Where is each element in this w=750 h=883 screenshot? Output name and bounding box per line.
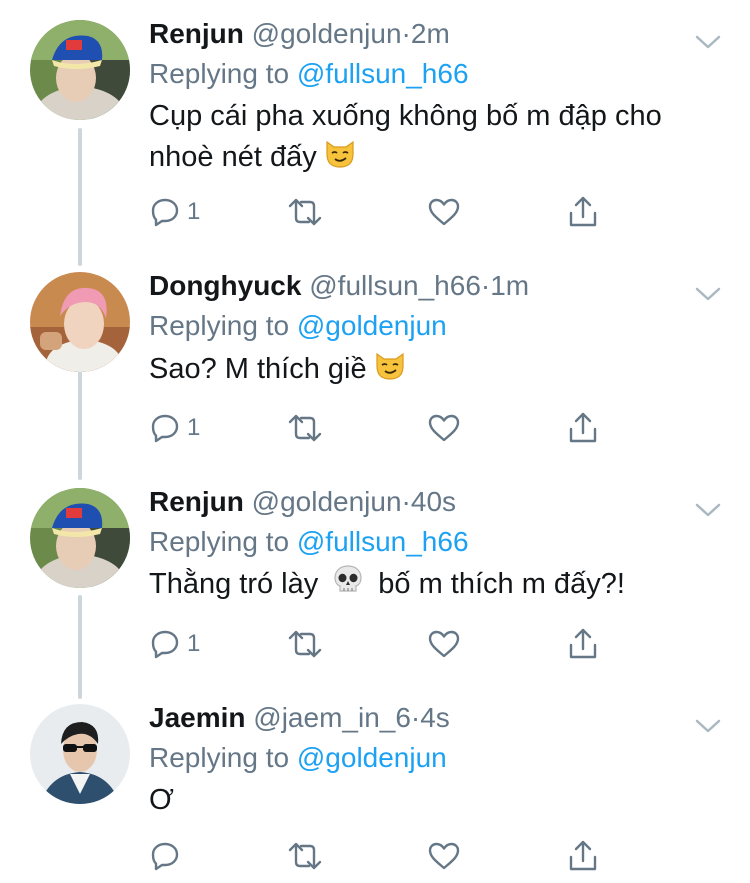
retweet-icon [288, 842, 322, 870]
user-handle[interactable]: @jaem_in_6 [253, 702, 411, 733]
share-icon [569, 628, 597, 659]
user-handle[interactable]: @fullsun_h66 [309, 270, 481, 301]
replying-to-label: Replying to [149, 742, 290, 773]
like-button[interactable] [427, 626, 461, 662]
replying-to: Replying to @goldenjun [149, 308, 447, 344]
share-button[interactable] [567, 410, 599, 446]
reply-button[interactable]: 1 [149, 626, 200, 662]
reply-icon [151, 630, 179, 659]
share-button[interactable] [567, 194, 599, 230]
avatar[interactable] [30, 272, 130, 372]
avatar[interactable] [30, 20, 130, 120]
replying-to: Replying to @goldenjun [149, 740, 447, 776]
retweet-button[interactable] [287, 194, 323, 230]
separator-dot: · [410, 702, 421, 733]
chevron-down-icon[interactable] [695, 718, 721, 734]
separator-dot: · [401, 486, 411, 517]
reply-icon [151, 198, 179, 227]
tweet-text-part: Thằng tró lày [149, 568, 319, 601]
timestamp[interactable]: 4s [420, 702, 450, 733]
share-icon [569, 840, 597, 871]
timestamp[interactable]: 2m [411, 18, 450, 49]
reply-icon [151, 414, 179, 443]
tweet-actions: 1 [149, 626, 709, 666]
chevron-down-icon[interactable] [695, 34, 721, 50]
replying-to: Replying to @fullsun_h66 [149, 524, 469, 560]
like-button[interactable] [427, 410, 461, 446]
mention-link[interactable]: @goldenjun [297, 310, 447, 341]
chevron-down-icon[interactable] [695, 286, 721, 302]
heart-icon [428, 630, 460, 658]
share-button[interactable] [567, 838, 599, 874]
user-handle[interactable]: @goldenjun [252, 486, 402, 517]
smirk-cat-emoji-icon [323, 136, 357, 181]
like-button[interactable] [427, 838, 461, 874]
tweet-header: Jaemin @jaem_in_6·4s [149, 700, 450, 736]
reply-count: 1 [187, 630, 201, 657]
user-handle[interactable]: @goldenjun [252, 18, 402, 49]
avatar[interactable] [30, 704, 130, 804]
tweet-text-line: Sao? M thích giề [149, 353, 367, 386]
reply-icon [151, 842, 179, 871]
tweet-actions: 1 [149, 410, 709, 450]
mention-link[interactable]: @fullsun_h66 [297, 526, 469, 557]
tweet-header: Renjun @goldenjun·2m [149, 16, 450, 52]
chevron-down-icon[interactable] [695, 502, 721, 518]
thread-line [78, 368, 82, 480]
tweet-text: Ơ [149, 780, 709, 820]
heart-icon [428, 842, 460, 870]
replying-to-label: Replying to [149, 310, 290, 341]
reply-button[interactable] [149, 838, 187, 874]
mention-link[interactable]: @goldenjun [297, 742, 447, 773]
thread-line [78, 595, 82, 699]
tweet-text: Thằng tró lày bố m thích m đấy?! [149, 564, 709, 607]
tweet-text: Cụp cái pha xuống không bố m đập cho nho… [149, 96, 709, 181]
separator-dot: · [480, 270, 491, 301]
share-icon [569, 412, 597, 443]
retweet-icon [288, 414, 322, 442]
avatar[interactable] [30, 488, 130, 588]
tweet-text-line: Cụp cái pha xuống không bố m đập cho [149, 100, 662, 132]
reply-button[interactable]: 1 [149, 194, 200, 230]
tweet-actions: 1 [149, 194, 709, 234]
share-icon [569, 196, 597, 227]
thread-line [78, 128, 82, 266]
timestamp[interactable]: 1m [490, 270, 529, 301]
tweet-header: Renjun @goldenjun·40s [149, 484, 456, 520]
replying-to: Replying to @fullsun_h66 [149, 56, 469, 92]
skull-emoji-icon [332, 564, 364, 607]
timestamp[interactable]: 40s [411, 486, 456, 517]
heart-icon [428, 198, 460, 226]
replying-to-label: Replying to [149, 58, 290, 89]
replying-to-label: Replying to [149, 526, 290, 557]
display-name[interactable]: Donghyuck [149, 270, 301, 301]
like-button[interactable] [427, 194, 461, 230]
display-name[interactable]: Renjun [149, 18, 244, 49]
tweet-text-line: Ơ [149, 784, 174, 816]
tweet-text-line: nhoè nét đấy [149, 141, 317, 174]
reply-count: 1 [187, 198, 201, 225]
separator-dot: · [401, 18, 411, 49]
smirk-cat-emoji-icon [373, 348, 407, 393]
retweet-button[interactable] [287, 626, 323, 662]
retweet-icon [288, 630, 322, 658]
tweet-text-part: bố m thích m đấy?! [378, 568, 625, 601]
retweet-button[interactable] [287, 410, 323, 446]
retweet-button[interactable] [287, 838, 323, 874]
reply-count: 1 [187, 414, 201, 441]
display-name[interactable]: Jaemin [149, 702, 246, 733]
share-button[interactable] [567, 626, 599, 662]
display-name[interactable]: Renjun [149, 486, 244, 517]
mention-link[interactable]: @fullsun_h66 [297, 58, 469, 89]
tweet-header: Donghyuck @fullsun_h66·1m [149, 268, 529, 304]
reply-button[interactable]: 1 [149, 410, 200, 446]
tweet-text: Sao? M thích giề [149, 348, 709, 393]
heart-icon [428, 414, 460, 442]
retweet-icon [288, 198, 322, 226]
tweet-actions [149, 838, 709, 878]
